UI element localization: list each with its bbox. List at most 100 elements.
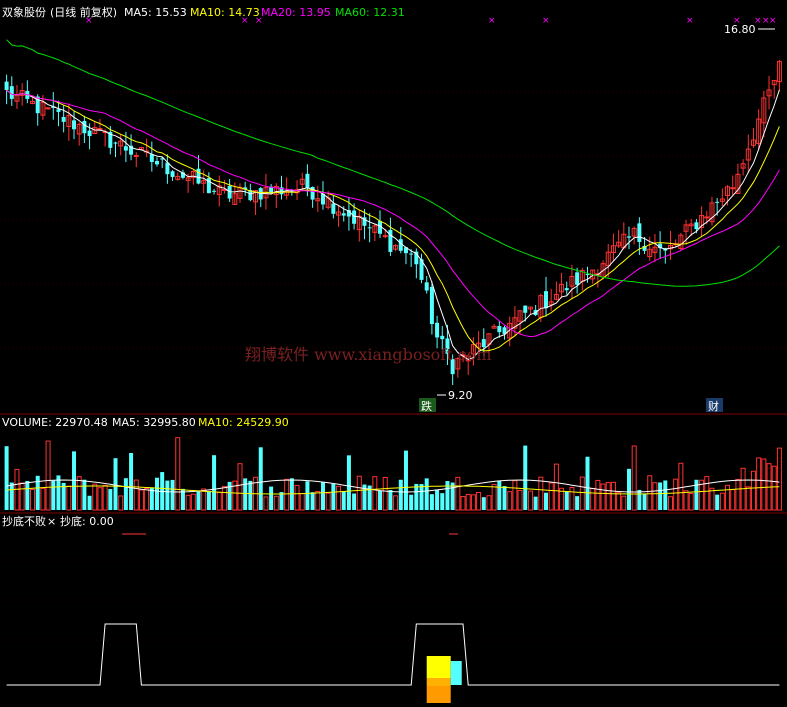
volume-bar-up	[745, 486, 751, 511]
candle	[331, 195, 336, 219]
volume-bar-down	[378, 490, 383, 510]
volume-bar-up	[66, 485, 72, 511]
volume-bar-up	[118, 495, 124, 511]
volume-bar-down	[414, 483, 419, 510]
candle-body-down	[56, 109, 61, 112]
volume-bar-down	[429, 494, 434, 510]
volume-bar-down	[320, 481, 325, 510]
candle	[284, 177, 290, 200]
volume-bar-up	[102, 484, 108, 511]
cai-badge: 财	[708, 399, 719, 413]
candle-body-down	[429, 286, 434, 325]
candle	[56, 100, 61, 127]
candle	[616, 229, 622, 249]
ma5-label: MA5: 15.53	[124, 6, 187, 19]
candle	[269, 183, 274, 194]
volume-bar-down	[4, 446, 9, 510]
candle-body-up	[704, 216, 710, 219]
volume-bar-down	[481, 497, 486, 510]
candle	[658, 231, 663, 260]
volume-bar-up	[631, 445, 637, 511]
candle-body-down	[435, 322, 440, 338]
volume-bar-up	[336, 485, 342, 511]
volume-bar-up	[491, 483, 497, 511]
volume-bar-up	[719, 492, 725, 511]
volume-bar-down	[445, 481, 450, 510]
volume-bar-down	[450, 482, 455, 510]
candle	[19, 83, 25, 106]
candle-body-down	[352, 210, 357, 224]
candle	[730, 175, 736, 196]
signal-mark: ×	[488, 16, 496, 26]
candle	[356, 209, 362, 242]
signal-mark: ×	[686, 16, 694, 26]
candle	[776, 59, 782, 92]
candle	[248, 183, 253, 202]
volume-bar-up	[527, 490, 533, 511]
candle	[45, 107, 51, 110]
candle	[398, 227, 403, 254]
volume-bar-down	[123, 478, 128, 510]
volume-bar-up	[605, 482, 611, 511]
volume-bar-up	[460, 495, 466, 511]
indicator-close-icon[interactable]: ×	[47, 515, 56, 528]
volume-bar-down	[424, 478, 429, 510]
candle	[667, 230, 673, 261]
candle	[745, 134, 751, 174]
volume-bar-up	[673, 478, 679, 511]
candle	[279, 175, 284, 200]
volume-bar-down	[398, 479, 403, 510]
chart-stage: × × × × × × × × × × 双象股份 (日线 前复权) MA5: 15.53 MA10…	[0, 5, 787, 703]
candle	[4, 74, 9, 105]
ma10-label: MA10: 14.73	[190, 6, 260, 19]
candle	[491, 324, 497, 329]
volume-bar-down	[440, 493, 445, 510]
candle-body-down	[61, 116, 66, 122]
ma5-line	[6, 89, 780, 361]
candle	[113, 141, 118, 158]
candle	[771, 79, 777, 99]
candle	[544, 276, 549, 317]
volume-bar-down	[170, 479, 175, 510]
volume-bar-down	[497, 480, 502, 510]
candle-body-down	[170, 171, 175, 177]
volume-bar-up	[776, 447, 782, 511]
candle-body-down	[497, 326, 502, 333]
candle-body-down	[87, 130, 92, 137]
candle	[652, 234, 658, 263]
watermark: 翔博软件 www.xiangbosoft.com	[245, 345, 492, 364]
volume-bar-up	[771, 465, 777, 511]
volume-bar-up	[185, 494, 191, 511]
candle	[66, 103, 72, 141]
candle	[315, 185, 321, 212]
volume-bar-down	[403, 450, 408, 510]
candle-body-down	[123, 146, 128, 151]
volume-bar-up	[756, 457, 762, 511]
candle	[175, 172, 181, 181]
volume-bar-down	[269, 486, 274, 510]
volume-bar-down	[544, 492, 549, 510]
signal-mark: ×	[542, 16, 550, 26]
candle	[435, 315, 440, 349]
candle	[221, 179, 227, 194]
high-price-label: 16.80	[724, 23, 756, 36]
candle	[678, 232, 684, 252]
volume-bar-up	[393, 495, 399, 511]
candle-body-down	[523, 305, 528, 313]
vol-ma5-label: MA5: 32995.80	[112, 416, 196, 429]
candle-body-down	[82, 120, 87, 134]
volume-bar-up	[595, 479, 601, 511]
signal-block-orange	[426, 678, 451, 686]
volume-bar-up	[750, 470, 756, 511]
candle-body-down	[575, 272, 580, 285]
volume-bar-up	[315, 490, 321, 511]
volume-bar-up	[507, 491, 513, 511]
candle-body-down	[585, 274, 590, 276]
candle	[621, 222, 627, 250]
volume-bar-up	[735, 479, 741, 511]
candle	[527, 306, 533, 315]
volume-bar-down	[212, 455, 217, 510]
volume-bar-down	[331, 483, 336, 510]
indicator-name: 抄底不败	[2, 514, 46, 528]
volume-bar-up	[273, 495, 279, 511]
